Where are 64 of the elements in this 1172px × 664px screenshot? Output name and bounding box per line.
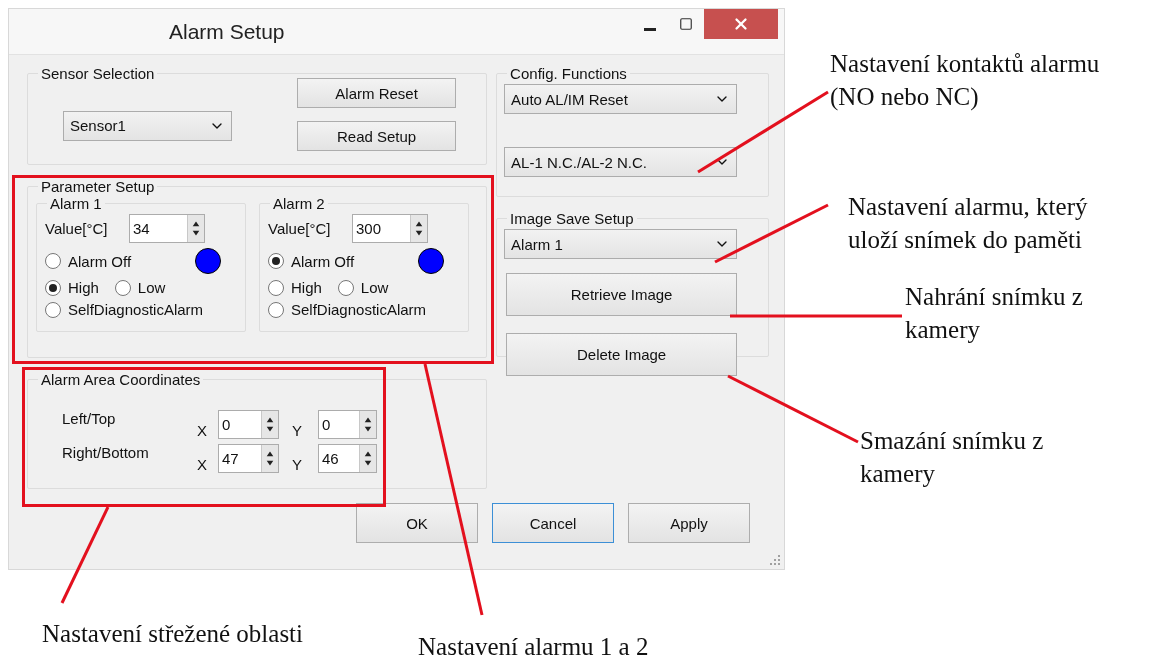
spin-arrows-icon[interactable] bbox=[261, 445, 278, 472]
function-dropdown[interactable]: Auto AL/IM Reset bbox=[504, 84, 738, 114]
sensor-dropdown[interactable]: Sensor1 bbox=[63, 110, 232, 141]
action-button[interactable]: Alarm Reset bbox=[297, 78, 457, 108]
annotation-text: Nastavení střežené oblasti bbox=[42, 619, 303, 649]
dialog-button[interactable]: Cancel bbox=[492, 503, 614, 543]
group-title: Sensor Selection bbox=[40, 65, 156, 82]
window-title: Alarm Setup bbox=[169, 19, 285, 44]
dialog-button[interactable]: Apply bbox=[628, 503, 750, 543]
group-title: Config. Functions bbox=[509, 65, 628, 82]
minimize-icon bbox=[644, 27, 656, 31]
number-spinner[interactable]: 46 bbox=[318, 444, 377, 473]
group-title: Alarm 1 bbox=[49, 195, 103, 212]
radio-button[interactable]: SelfDiagnosticAlarm bbox=[268, 301, 427, 318]
number-input[interactable]: 0 bbox=[319, 411, 359, 438]
axis-label: X bbox=[197, 422, 208, 439]
close-button[interactable] bbox=[704, 9, 778, 39]
annotation-text: Nastavení kontaktů alarmu (NO nebo NC) bbox=[830, 49, 1100, 113]
number-spinner[interactable]: 47 bbox=[218, 444, 279, 473]
axis-label: Y bbox=[292, 456, 303, 473]
spin-arrows-icon[interactable] bbox=[410, 215, 427, 242]
radio-button[interactable]: Low bbox=[114, 279, 166, 296]
radio-button[interactable]: Low bbox=[337, 279, 389, 296]
number-spinner[interactable]: 34 bbox=[129, 214, 205, 243]
number-input[interactable]: 34 bbox=[130, 215, 187, 242]
action-button[interactable]: Delete Image bbox=[506, 333, 738, 376]
spin-arrows-icon[interactable] bbox=[359, 445, 376, 472]
annotation-text: Smazání snímku z kamery bbox=[860, 426, 1044, 489]
number-input[interactable]: 0 bbox=[219, 411, 261, 438]
group-title: Image Save Setup bbox=[509, 210, 635, 227]
radio-button[interactable]: Alarm Off bbox=[268, 252, 355, 270]
action-button[interactable]: Retrieve Image bbox=[506, 273, 738, 316]
radio-button[interactable]: SelfDiagnosticAlarm bbox=[45, 301, 204, 318]
annotation-text: Nahrání snímku z kamery bbox=[905, 282, 1083, 345]
number-spinner[interactable]: 0 bbox=[218, 410, 279, 439]
action-button[interactable]: Read Setup bbox=[297, 121, 457, 151]
annotation-text: Nastavení alarmu 1 a 2 bbox=[418, 632, 649, 662]
resize-grip-icon[interactable] bbox=[767, 552, 781, 566]
spin-arrows-icon[interactable] bbox=[187, 215, 204, 242]
axis-label: X bbox=[197, 456, 208, 473]
field-label: Value[°C] bbox=[268, 220, 332, 237]
annotation-text: Nastavení alarmu, který uloží snímek do paměti bbox=[848, 192, 1088, 255]
contact-dropdown[interactable]: AL-1 N.C./AL-2 N.C. bbox=[504, 147, 738, 177]
dialog-button[interactable]: OK bbox=[356, 503, 478, 543]
field-label: Left/Top bbox=[62, 410, 117, 427]
spin-arrows-icon[interactable] bbox=[359, 411, 376, 438]
maximize-icon bbox=[679, 17, 693, 31]
number-spinner[interactable]: 300 bbox=[352, 214, 428, 243]
number-input[interactable]: 47 bbox=[219, 445, 261, 472]
number-input[interactable]: 46 bbox=[319, 445, 359, 472]
group-title: Alarm Area Coordinates bbox=[40, 371, 202, 388]
image-trigger-dropdown[interactable]: Alarm 1 bbox=[504, 229, 738, 259]
group-title: Parameter Setup bbox=[40, 178, 156, 195]
spin-arrows-icon[interactable] bbox=[261, 411, 278, 438]
axis-label: Y bbox=[292, 422, 303, 439]
radio-button[interactable]: Alarm Off bbox=[45, 252, 132, 270]
radio-button[interactable]: High bbox=[268, 279, 322, 296]
number-input[interactable]: 300 bbox=[353, 215, 410, 242]
number-spinner[interactable]: 0 bbox=[318, 410, 377, 439]
close-icon bbox=[732, 15, 750, 33]
field-label: Value[°C] bbox=[45, 220, 109, 237]
field-label: Right/Bottom bbox=[62, 444, 150, 461]
radio-button[interactable]: High bbox=[45, 279, 99, 296]
group-title: Alarm 2 bbox=[272, 195, 326, 212]
